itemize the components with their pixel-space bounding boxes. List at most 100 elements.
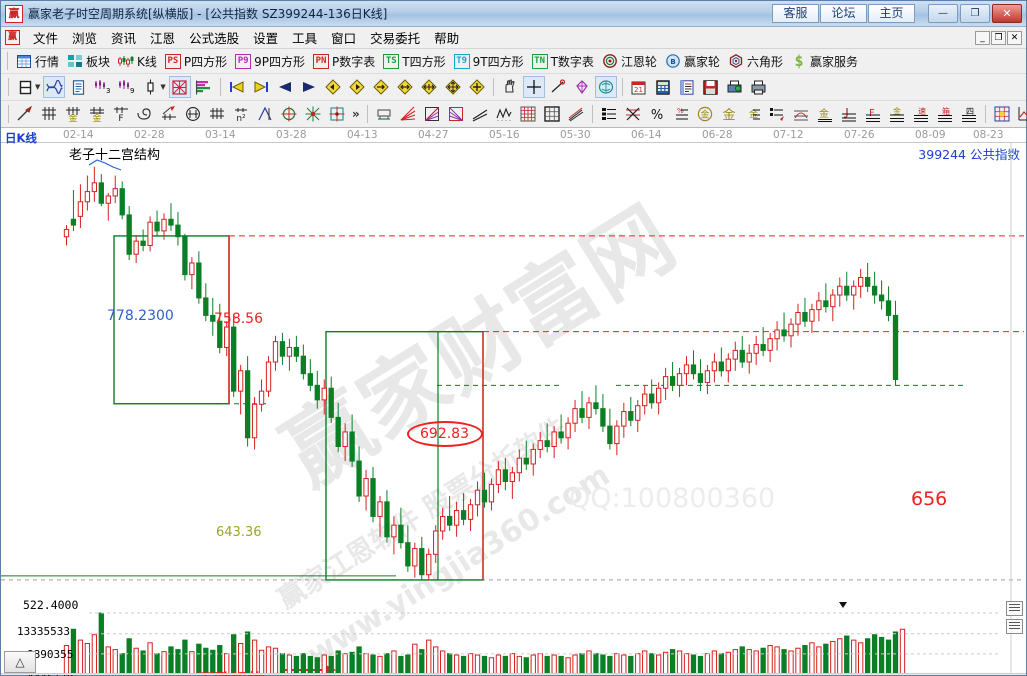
pen-levels-icon[interactable] <box>766 103 788 125</box>
gold-grid2-icon[interactable]: 金 <box>86 103 108 125</box>
target-circle-icon[interactable] <box>278 103 300 125</box>
gold-levels-icon[interactable]: 金 <box>742 103 764 125</box>
gann-fan-grid-icon[interactable] <box>38 103 60 125</box>
toolbar-market-button[interactable]: 行情 <box>12 52 63 71</box>
j-levels-icon[interactable] <box>838 103 860 125</box>
grid-black-icon[interactable] <box>541 103 563 125</box>
save-disk-icon[interactable] <box>700 76 722 98</box>
pan-right-icon[interactable] <box>370 76 392 98</box>
fan-grid-icon[interactable] <box>206 103 228 125</box>
maximize-button[interactable]: ❐ <box>960 4 990 23</box>
crosshair-icon[interactable] <box>522 76 545 98</box>
toolbar-t-number-table-button[interactable]: TN T数字表 <box>528 52 598 71</box>
kline9-icon[interactable]: 9 <box>115 76 137 98</box>
mdi-restore-button[interactable]: ❐ <box>991 30 1006 45</box>
next-page-icon[interactable] <box>298 76 320 98</box>
gold-circle-icon[interactable]: 金 <box>694 103 716 125</box>
document-icon[interactable] <box>67 76 89 98</box>
toolbar-t-square-button[interactable]: TS T四方形 <box>379 52 449 71</box>
purple-fan-icon[interactable] <box>445 103 467 125</box>
draw-line-icon[interactable] <box>547 76 569 98</box>
grid-yellow-icon[interactable] <box>991 103 1013 125</box>
percent-levels-icon[interactable]: % <box>670 103 692 125</box>
toolbar-hexagon-button[interactable]: 六角形 <box>724 52 787 71</box>
percent-fan-icon[interactable] <box>622 103 644 125</box>
angle-lines-icon[interactable] <box>254 103 276 125</box>
scale-expand-button[interactable] <box>1006 601 1023 616</box>
fit-screen-icon[interactable] <box>466 76 488 98</box>
pane-toggle-button[interactable]: △ <box>4 651 36 673</box>
slope-lines-icon[interactable] <box>469 103 491 125</box>
fib-tool-icon[interactable] <box>571 76 593 98</box>
target-box-icon[interactable] <box>326 103 348 125</box>
customer-service-link[interactable]: 客服 <box>772 4 819 23</box>
calendar-21-icon[interactable]: 21 <box>628 76 650 98</box>
gann-box-icon[interactable] <box>168 76 191 98</box>
target-star-icon[interactable] <box>302 103 324 125</box>
n2-grid-icon[interactable]: n² <box>230 103 252 125</box>
box-levels-icon[interactable]: 箱 <box>934 103 956 125</box>
calendar-period-icon[interactable] <box>14 76 36 98</box>
notebook-icon[interactable] <box>676 76 698 98</box>
menu-gann[interactable]: 江恩 <box>143 26 182 49</box>
arc-levels-icon[interactable] <box>790 103 812 125</box>
gold-grid1-icon[interactable]: 金 <box>62 103 84 125</box>
speed-levels-icon[interactable]: 速 <box>910 103 932 125</box>
chart-area[interactable]: 02-14 02-28 03-14 03-28 04-13 04-27 05-1… <box>1 128 1026 676</box>
f-grid-icon[interactable]: F <box>110 103 132 125</box>
plot-canvas[interactable]: 赢家财富网 赢家江恩软件 股票分析软件 www.yingjia360.com Q… <box>1 143 1026 676</box>
homepage-link[interactable]: 主页 <box>868 4 915 23</box>
scale-compress-button[interactable] <box>1006 619 1023 634</box>
more-icons-chevron[interactable]: » <box>349 107 363 121</box>
gold-char-icon[interactable]: 金 <box>718 103 740 125</box>
network-chart-icon[interactable] <box>43 76 66 98</box>
bar-levels-icon[interactable] <box>598 103 620 125</box>
circle-grid-icon[interactable] <box>182 103 204 125</box>
menu-browse[interactable]: 浏览 <box>65 26 104 49</box>
candle-single-icon[interactable] <box>139 76 161 98</box>
toolbar-p-number-table-button[interactable]: PN P数字表 <box>309 52 379 71</box>
spiral-icon[interactable] <box>134 103 156 125</box>
zoom-left-icon[interactable] <box>322 76 344 98</box>
mdi-minimize-button[interactable]: _ <box>975 30 990 45</box>
toolbar-sector-button[interactable]: 板块 <box>63 52 114 71</box>
prev-page-icon[interactable] <box>274 76 296 98</box>
mdi-close-button[interactable]: ✕ <box>1007 30 1022 45</box>
expand-all-icon[interactable] <box>442 76 464 98</box>
toolbar-winner-service-button[interactable]: $ 赢家服务 <box>787 52 862 71</box>
toolbar-gann-wheel-button[interactable]: 江恩轮 <box>598 52 661 71</box>
compress-icon[interactable] <box>418 76 440 98</box>
toolbar-9t-square-button[interactable]: T9 9T四方形 <box>450 52 528 71</box>
menu-trade-order[interactable]: 交易委托 <box>363 26 427 49</box>
purple-box-icon[interactable] <box>421 103 443 125</box>
period-dropdown-caret[interactable]: ▼ <box>35 83 40 91</box>
menu-tools[interactable]: 工具 <box>285 26 324 49</box>
hand-tool-icon[interactable] <box>499 76 521 98</box>
kline3-icon[interactable]: 3 <box>91 76 113 98</box>
gold-fan-icon[interactable]: 金 <box>886 103 908 125</box>
four-levels-icon[interactable]: 四 <box>958 103 980 125</box>
menu-help[interactable]: 帮助 <box>427 26 466 49</box>
menu-file[interactable]: 文件 <box>26 26 65 49</box>
zoom-right-icon[interactable] <box>346 76 368 98</box>
toolbar-winner-wheel-button[interactable]: B 赢家轮 <box>661 52 724 71</box>
pen-grid-icon[interactable] <box>158 103 180 125</box>
grid-red-icon[interactable] <box>517 103 539 125</box>
toolbar-p-square-button[interactable]: PS P四方形 <box>161 52 231 71</box>
frame-icon[interactable] <box>373 103 395 125</box>
brain-analysis-icon[interactable] <box>594 76 617 98</box>
pan-horizontal-icon[interactable] <box>394 76 416 98</box>
minimize-button[interactable]: — <box>928 4 958 23</box>
menu-news[interactable]: 资讯 <box>104 26 143 49</box>
percent-icon[interactable]: % <box>646 103 668 125</box>
zigzag-icon[interactable] <box>493 103 515 125</box>
menu-formula-stock-pick[interactable]: 公式选股 <box>182 26 246 49</box>
toolbar-9p-square-button[interactable]: P9 9P四方形 <box>231 52 309 71</box>
menu-settings[interactable]: 设置 <box>246 26 285 49</box>
candle-dropdown-caret[interactable]: ▼ <box>160 83 165 91</box>
red-fan-icon[interactable] <box>397 103 419 125</box>
trend-chart-icon[interactable] <box>1015 103 1027 125</box>
first-page-icon[interactable] <box>226 76 248 98</box>
forum-link[interactable]: 论坛 <box>820 4 867 23</box>
calculator-icon[interactable] <box>652 76 674 98</box>
